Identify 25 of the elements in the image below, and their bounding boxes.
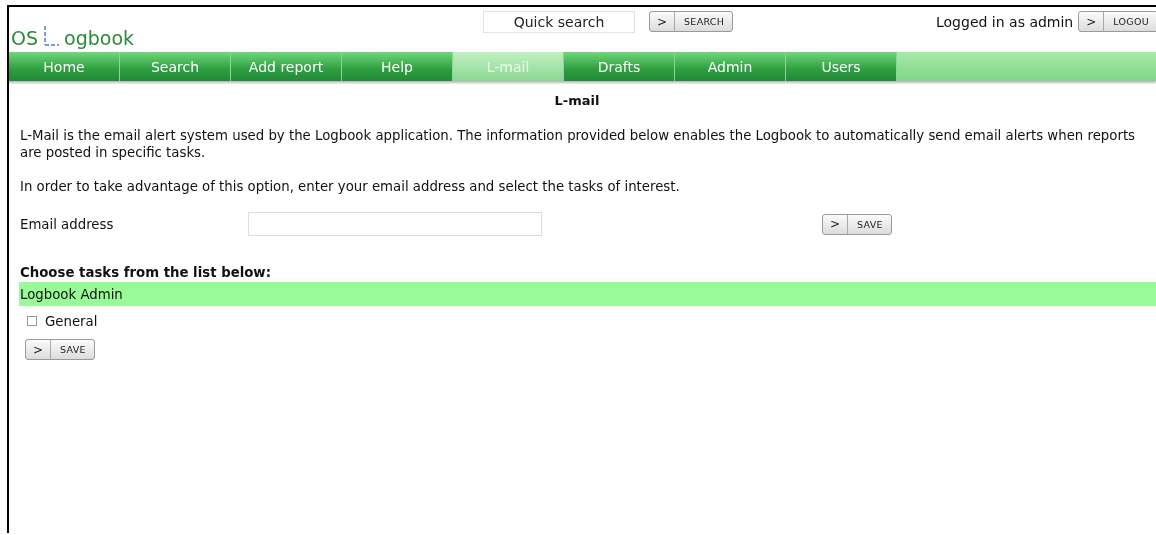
field-label: Email address	[20, 216, 115, 232]
description-text: L-Mail is the email alert system used by the Logbook application. The information provided below enables the Logbook to automatically send email alerts when reports are posted in specific tasks.	[20, 127, 1137, 161]
logo-bracket-icon	[42, 24, 62, 47]
checkbox-label: General	[45, 313, 98, 329]
logo-text: ogbook	[64, 26, 134, 49]
save-button[interactable]: > SAVE	[25, 339, 95, 360]
nav-tab[interactable]: Drafts	[564, 52, 675, 81]
nav-tab[interactable]: Search	[120, 52, 231, 81]
logged-in-text: Logged in as admin	[936, 13, 1074, 30]
nav-tab[interactable]: Add report	[231, 52, 342, 81]
email-field[interactable]	[248, 212, 542, 236]
section-heading: Choose tasks from the list below:	[20, 265, 272, 280]
quick-search-field[interactable]: Quick search	[483, 11, 635, 33]
logout-button[interactable]: > LOGOU	[1078, 11, 1156, 32]
nav-tab[interactable]: Admin	[675, 52, 786, 81]
logo-text: OS	[11, 26, 38, 49]
task-group-header: Logbook Admin	[19, 282, 1156, 306]
nav-tab[interactable]: Help	[342, 52, 453, 81]
page-title: L-mail	[553, 93, 601, 108]
description-text: In order to take advantage of this option, enter your email address and select the tasks of interest.	[20, 178, 681, 195]
checkbox[interactable]	[27, 316, 37, 326]
search-button[interactable]: > SEARCH	[649, 11, 734, 32]
nav-tab[interactable]: Users	[786, 52, 897, 81]
nav-tab[interactable]: Home	[9, 52, 120, 81]
save-button[interactable]: > SAVE	[822, 213, 892, 235]
